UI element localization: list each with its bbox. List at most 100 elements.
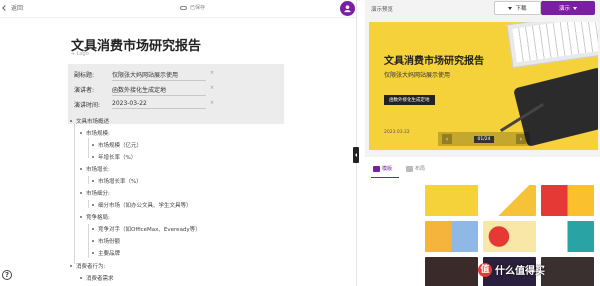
tab-label: 模版 (382, 166, 393, 172)
slide-speaker-tag: 函数外接化生成定地 (384, 95, 435, 105)
outline-item-text: 主要品牌 (98, 251, 121, 257)
outline-item[interactable]: 市场份额 (92, 237, 120, 245)
meta-key: 副标题: (74, 72, 95, 79)
template-thumbnail[interactable] (541, 221, 594, 252)
date-field[interactable]: 2023-03-22 (112, 100, 206, 109)
template-thumbnail[interactable] (541, 185, 594, 216)
outline-item-text: 市场份额 (98, 239, 121, 245)
chevron-down-icon (573, 6, 577, 10)
outline-item-text: 年增长率（%） (98, 155, 137, 161)
slide-date: 2023.03.22 (384, 130, 410, 135)
bullet-icon (92, 240, 94, 242)
outline-item[interactable]: 消费者行为: (70, 262, 105, 270)
preview-title: 演示预览 (371, 7, 394, 13)
bullet-icon (92, 156, 94, 158)
outline-item[interactable]: 年增长率（%） (92, 153, 136, 161)
speaker-field[interactable]: 函数外接化生成定地 (112, 85, 206, 96)
outline-item[interactable]: 文具市场概述 (70, 117, 109, 125)
outline-item[interactable]: 市场增长: (80, 165, 110, 173)
bullet-icon (92, 144, 94, 146)
slide-counter: 01/24 (473, 135, 495, 143)
keyboard-image (506, 22, 598, 69)
add-logo-button[interactable]: + Logo (71, 51, 89, 57)
template-thumbnail[interactable] (483, 221, 536, 252)
tab-layout[interactable]: 布局 (406, 165, 425, 172)
site-watermark: 值 什么值得买 (478, 262, 545, 277)
speaker-row: 演讲者: 函数外接化生成定地 × (74, 85, 214, 96)
outline-item[interactable]: 竞争对手（如OfficeMax、Eveready等） (92, 225, 201, 233)
template-thumbnail[interactable] (483, 185, 536, 216)
template-thumbnail[interactable] (425, 221, 478, 252)
template-thumbnail[interactable] (425, 185, 478, 216)
clear-icon[interactable]: × (210, 100, 214, 109)
bullet-icon (80, 192, 82, 194)
bullet-icon (92, 228, 94, 230)
outline-item-text: 市场增长: (86, 167, 110, 173)
present-label: 演示 (558, 6, 570, 12)
save-status-label: 已保存 (190, 5, 206, 11)
next-slide-icon[interactable]: › (516, 134, 526, 144)
outline-item[interactable]: 市场增长率（%） (92, 177, 142, 185)
outline-item-text: 竞争对手（如OfficeMax、Eveready等） (98, 227, 201, 233)
watermark-logo: 值 (478, 262, 492, 277)
slide-navigator: ‹ 01/24 › (438, 132, 530, 146)
outline-item-text: 细分市场（如办公文具、学生文具等） (98, 203, 192, 209)
bullet-icon (70, 265, 72, 267)
back-label: 返回 (11, 5, 24, 12)
meta-key: 演讲者: (74, 87, 95, 94)
outline-item-text: 竞争格局: (86, 215, 110, 221)
bullet-icon (92, 252, 94, 254)
subtitle-field[interactable]: 仅限张大妈网站展示使用 (112, 70, 206, 81)
bullet-icon (80, 132, 82, 134)
clear-icon[interactable]: × (210, 85, 214, 96)
present-button[interactable]: 演示 (541, 1, 595, 15)
outline-item-text: 市场规模: (86, 131, 110, 137)
outline-item-text: 市场细分: (86, 191, 110, 197)
save-status: 已保存 (180, 4, 205, 11)
outline-item[interactable]: 竞争格局: (80, 213, 110, 221)
tab-templates[interactable]: 模版 (373, 165, 392, 172)
help-icon[interactable]: ? (2, 270, 12, 280)
meta-key: 演讲时间: (74, 102, 101, 109)
preview-panel: 演示预览 下载 演示 文具消费市场研究报告 仅限张大妈网站展示使用 函数外接化生… (365, 0, 600, 286)
slide-preview[interactable]: 文具消费市场研究报告 仅限张大妈网站展示使用 函数外接化生成定地 2023.03… (369, 22, 598, 150)
outline-item[interactable]: 消费者需求 (80, 274, 114, 282)
outline-editor: 文具消费市场研究报告 + Logo 副标题: 仅限张大妈网站展示使用 × 演讲者… (0, 18, 356, 286)
template-icon (373, 165, 380, 172)
back-button[interactable]: 返回 (2, 3, 24, 12)
outline-item[interactable]: 细分市场（如办公文具、学生文具等） (92, 201, 192, 209)
bullet-icon (80, 277, 82, 279)
outline-item-text: 消费者需求 (86, 276, 114, 282)
layout-icon (406, 165, 414, 172)
outline-item-text: 市场增长率（%） (98, 179, 142, 185)
outline-item[interactable]: 市场规模（亿元） (92, 141, 142, 149)
clear-icon[interactable]: × (210, 70, 214, 81)
panel-splitter[interactable] (356, 0, 365, 286)
download-button[interactable]: 下载 (494, 1, 541, 15)
slide-subtitle: 仅限张大妈网站展示使用 (384, 72, 451, 79)
bullet-icon (70, 120, 72, 122)
outline-guide (88, 138, 89, 158)
outline-item[interactable]: 市场规模: (80, 129, 110, 137)
collapse-handle[interactable] (353, 147, 359, 163)
outline-guide (74, 124, 75, 264)
outline-item[interactable]: 主要品牌 (92, 249, 120, 257)
outline-guide (88, 224, 89, 258)
bullet-icon (80, 216, 82, 218)
outline-guide (88, 176, 89, 184)
avatar[interactable] (340, 1, 355, 16)
outline-guide (88, 200, 89, 208)
slide-title: 文具消费市场研究报告 (384, 56, 484, 67)
prev-slide-icon[interactable]: ‹ (442, 134, 452, 144)
active-tab-indicator (371, 177, 399, 178)
document-title[interactable]: 文具消费市场研究报告 (71, 35, 201, 54)
cloud-icon (180, 5, 187, 10)
template-thumbnail[interactable] (541, 257, 594, 286)
metadata-panel: 副标题: 仅限张大妈网站展示使用 × 演讲者: 函数外接化生成定地 × 演讲时间… (68, 64, 284, 124)
outline-item[interactable]: 市场细分: (80, 189, 110, 197)
tab-label: 布局 (415, 166, 426, 172)
date-row: 演讲时间: 2023-03-22 × (74, 100, 214, 109)
outline-item-text: 市场规模（亿元） (98, 143, 143, 149)
template-thumbnail[interactable] (425, 257, 478, 286)
outline-item-text: 消费者行为: (76, 264, 106, 270)
